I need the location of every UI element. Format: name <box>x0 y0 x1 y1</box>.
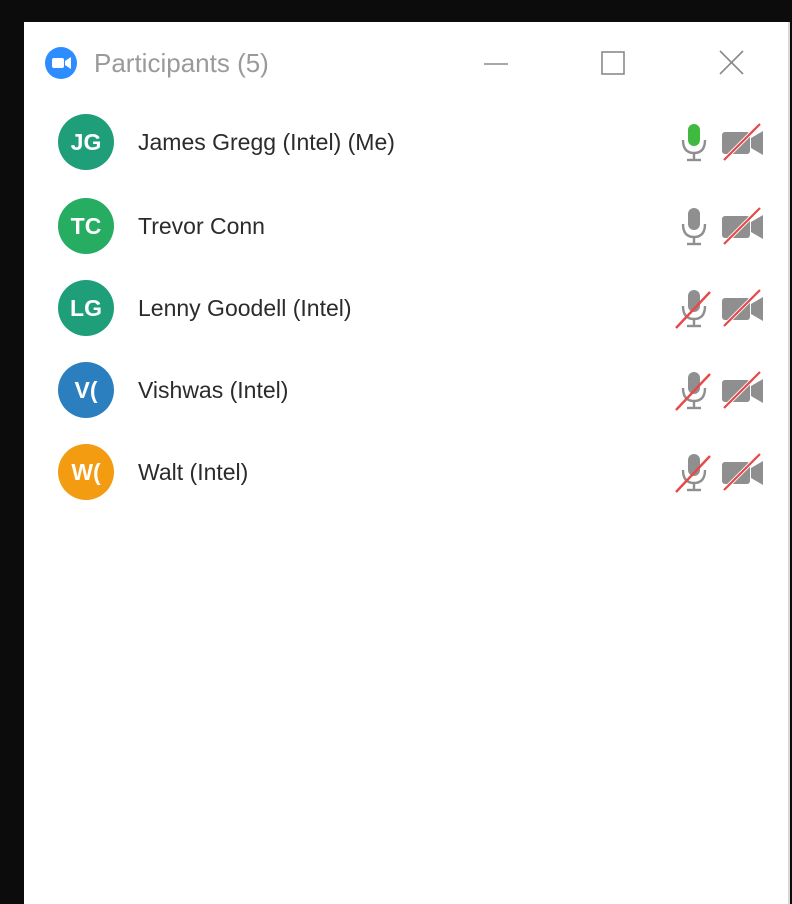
participant-name: Trevor Conn <box>138 213 265 239</box>
avatar: W( <box>58 444 114 500</box>
video-off-icon[interactable] <box>720 288 766 328</box>
avatar: V( <box>58 362 114 418</box>
microphone-muted-icon[interactable] <box>672 450 716 494</box>
avatar: TC <box>58 198 114 254</box>
participant-row[interactable]: V( Vishwas (Intel) <box>24 358 790 428</box>
video-off-icon[interactable] <box>720 452 766 492</box>
microphone-icon[interactable] <box>672 120 716 164</box>
participant-name: Lenny Goodell (Intel) <box>138 295 352 321</box>
participant-name: Vishwas (Intel) <box>138 377 289 403</box>
video-off-icon[interactable] <box>720 122 766 162</box>
participants-window: Participants (5) JG James Gregg (Intel) (… <box>24 22 790 904</box>
participant-row[interactable]: W( Walt (Intel) <box>24 440 790 510</box>
participant-name: James Gregg (Intel) (Me) <box>138 129 395 155</box>
microphone-icon[interactable] <box>672 204 716 248</box>
participant-row[interactable]: JG James Gregg (Intel) (Me) <box>24 110 790 180</box>
window-title: Participants (5) <box>94 48 269 78</box>
video-off-icon[interactable] <box>720 206 766 246</box>
title-bar[interactable]: Participants (5) <box>24 22 790 102</box>
microphone-muted-icon[interactable] <box>672 286 716 330</box>
minimize-icon[interactable] <box>476 44 516 84</box>
video-off-icon[interactable] <box>720 370 766 410</box>
avatar: LG <box>58 280 114 336</box>
participant-row[interactable]: LG Lenny Goodell (Intel) <box>24 276 790 346</box>
participant-name: Walt (Intel) <box>138 459 249 485</box>
avatar: JG <box>58 114 114 170</box>
close-icon[interactable] <box>712 44 752 84</box>
zoom-logo-icon <box>44 46 78 80</box>
maximize-icon[interactable] <box>594 44 634 84</box>
microphone-muted-icon[interactable] <box>672 368 716 412</box>
participant-row[interactable]: TC Trevor Conn <box>24 194 790 264</box>
